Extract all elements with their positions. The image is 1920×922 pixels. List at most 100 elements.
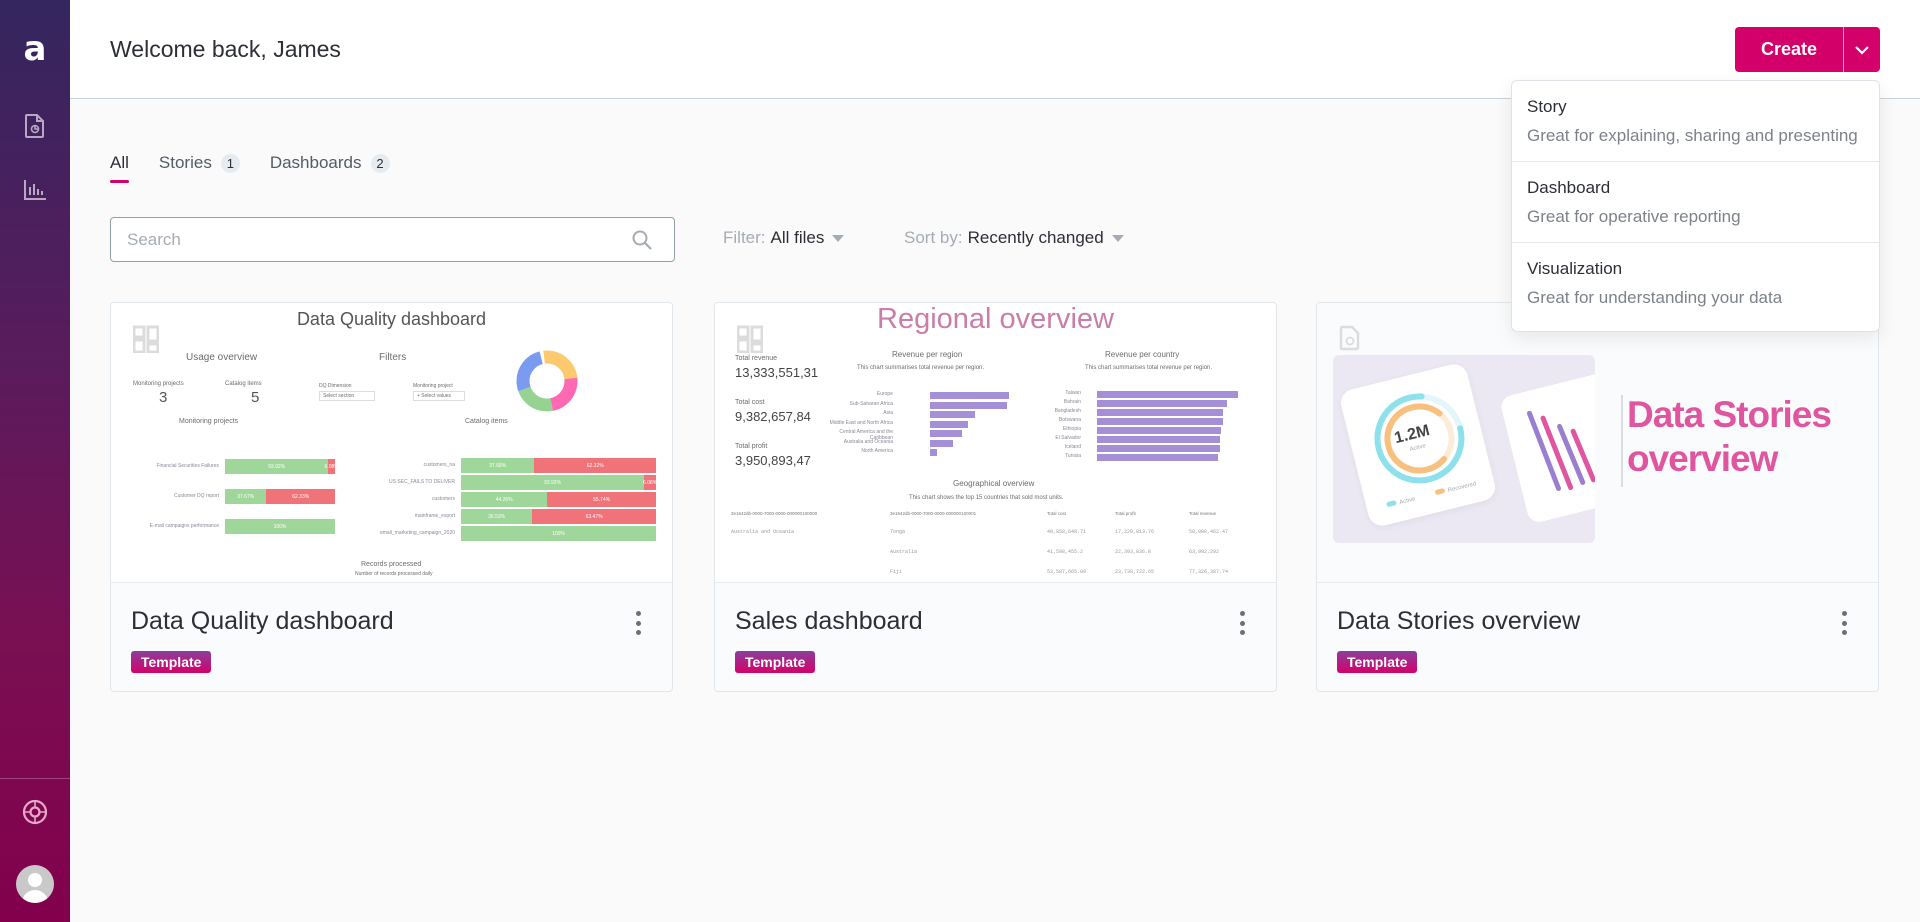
- country-label: Botswana: [1059, 417, 1081, 423]
- card-sales-dashboard[interactable]: Regional overview Total revenue 13,333,5…: [714, 302, 1277, 692]
- bar-good-segment: 100%: [225, 519, 335, 534]
- stacked-bar: 36.53% 63.47%: [461, 509, 656, 524]
- create-split-button: Create: [1734, 27, 1880, 72]
- sidebar-item-help[interactable]: [21, 798, 49, 826]
- region-bar: [930, 439, 953, 447]
- more-options-icon[interactable]: [630, 611, 646, 635]
- preview-text: Revenue per country: [1105, 350, 1180, 359]
- sort-dropdown[interactable]: Sort by: Recently changed: [904, 228, 1124, 248]
- preview-heading: Data Quality dashboard: [296, 309, 487, 329]
- preview-text: Records processed: [361, 561, 422, 568]
- table-cell: 17,229,813.76: [1115, 529, 1155, 535]
- region-bar: [930, 449, 937, 456]
- menu-item-story[interactable]: Story Great for explaining, sharing and …: [1512, 81, 1879, 162]
- stacked-bar: 37.67% 62.33%: [225, 489, 335, 504]
- sidebar-item-visualizations[interactable]: [21, 176, 49, 204]
- tab-stories[interactable]: Stories 1: [159, 150, 240, 176]
- preview-text: This chart summarises total revenue per …: [1085, 365, 1213, 371]
- table-cell: Fiji: [890, 569, 903, 575]
- stacked-bar: 93.92% 6.08%: [461, 475, 657, 490]
- tab-label: All: [110, 153, 129, 172]
- preview-kpi-value: 13,333,551,31: [735, 365, 819, 380]
- table-cell: 23,738,722.65: [1115, 569, 1155, 575]
- user-avatar[interactable]: [16, 865, 54, 903]
- count-badge: 2: [370, 153, 390, 173]
- preview-text: Catalog items: [225, 381, 262, 387]
- bar-good-segment: 93.92%: [225, 459, 329, 474]
- sidebar-divider: [0, 778, 70, 779]
- table-cell: 77,326,387.74: [1189, 569, 1229, 575]
- card-title[interactable]: Data Quality dashboard: [131, 607, 394, 636]
- create-menu: Story Great for explaining, sharing and …: [1511, 80, 1880, 332]
- count-badge: 1: [220, 153, 240, 173]
- table-cell: 41,598,455.2: [1047, 549, 1084, 555]
- preview-heading: Regional overview: [877, 303, 1114, 335]
- search-box: [110, 217, 675, 262]
- create-dropdown-toggle[interactable]: [1843, 27, 1880, 72]
- template-badge: Template: [1337, 651, 1418, 673]
- sidebar-item-stories[interactable]: [21, 112, 49, 140]
- stacked-bar: 93.92% 6.08%: [225, 459, 339, 474]
- template-badge: Template: [735, 651, 816, 673]
- filter-dropdown[interactable]: Filter: All files: [723, 228, 845, 248]
- sidebar: a: [0, 0, 70, 922]
- menu-item-title: Dashboard: [1527, 178, 1611, 197]
- search-input[interactable]: [111, 229, 630, 250]
- preview-kpi-label: Total revenue: [735, 355, 778, 362]
- preview-text: 5: [251, 389, 260, 406]
- country-bar: [1097, 418, 1224, 425]
- bar-bad-segment: 6.08%: [643, 475, 657, 490]
- tab-dashboards[interactable]: Dashboards 2: [270, 150, 390, 176]
- region-label: Asia: [883, 410, 893, 416]
- search-icon[interactable]: [630, 228, 654, 252]
- document-chart-icon: [25, 114, 44, 138]
- table-header: Total profit: [1115, 511, 1136, 516]
- bar-label: US SEC_FAILS TO DELIVER: [389, 479, 455, 485]
- create-button[interactable]: Create: [1734, 27, 1843, 72]
- bar-good-segment: 93.92%: [461, 475, 645, 490]
- country-label: Bangladesh: [1054, 408, 1081, 414]
- table-cell: Tonga: [890, 529, 906, 535]
- stacked-bar: 100%: [461, 526, 656, 541]
- country-bar: [1097, 454, 1219, 461]
- country-bar: [1097, 409, 1224, 416]
- bar-good-segment: 44.26%: [461, 492, 548, 507]
- card-title[interactable]: Sales dashboard: [735, 607, 923, 636]
- preview-text: + Select values: [413, 391, 465, 401]
- page-title: Welcome back, James: [110, 36, 341, 62]
- chevron-down-icon: [1855, 45, 1869, 55]
- preview-donut: [516, 350, 578, 412]
- menu-item-visualization[interactable]: Visualization Great for understanding yo…: [1512, 243, 1879, 324]
- card-data-stories-overview[interactable]: 1.2M Active Active Recovered Data Storie…: [1316, 302, 1879, 692]
- table-cell: 22,393,836.8: [1115, 549, 1152, 555]
- stacked-bar: 100%: [225, 519, 335, 534]
- bar-chart-icon: [24, 180, 46, 200]
- preview-text: Select section: [319, 391, 375, 401]
- caret-down-icon: [832, 234, 845, 242]
- preview-text: Usage overview: [186, 352, 258, 363]
- app-logo[interactable]: a: [20, 32, 50, 66]
- card-data-quality-dashboard[interactable]: Data Quality dashboard Usage overview Fi…: [110, 302, 673, 692]
- more-options-icon[interactable]: [1234, 611, 1250, 635]
- region-label: Europe: [876, 391, 893, 397]
- story-document-icon: [1339, 325, 1360, 351]
- more-options-icon[interactable]: [1836, 611, 1852, 635]
- region-bar: [930, 392, 1009, 399]
- card-title[interactable]: Data Stories overview: [1337, 607, 1580, 636]
- bar-label: Customer DQ report: [173, 493, 219, 499]
- country-label: Taiwan: [1065, 390, 1081, 396]
- region-label: Sub-Saharan Africa: [849, 400, 893, 407]
- preview-text: Filters: [379, 352, 407, 363]
- country-label: El Salvador: [1055, 435, 1081, 441]
- filter-label: Filter:: [723, 228, 766, 247]
- tab-label: Stories: [158, 153, 212, 172]
- bar-label: customers_na: [423, 462, 455, 468]
- sort-label: Sort by:: [904, 228, 963, 247]
- menu-item-dashboard[interactable]: Dashboard Great for operative reporting: [1512, 162, 1879, 243]
- caret-down-icon: [1111, 234, 1124, 242]
- preview-text: Catalog items: [465, 418, 508, 425]
- bar-bad-segment: 63.47%: [532, 509, 656, 524]
- card-preview: Data Quality dashboard Usage overview Fi…: [111, 303, 672, 583]
- preview-text: This chart summarises total revenue per …: [857, 365, 985, 371]
- tab-all[interactable]: All: [110, 150, 129, 183]
